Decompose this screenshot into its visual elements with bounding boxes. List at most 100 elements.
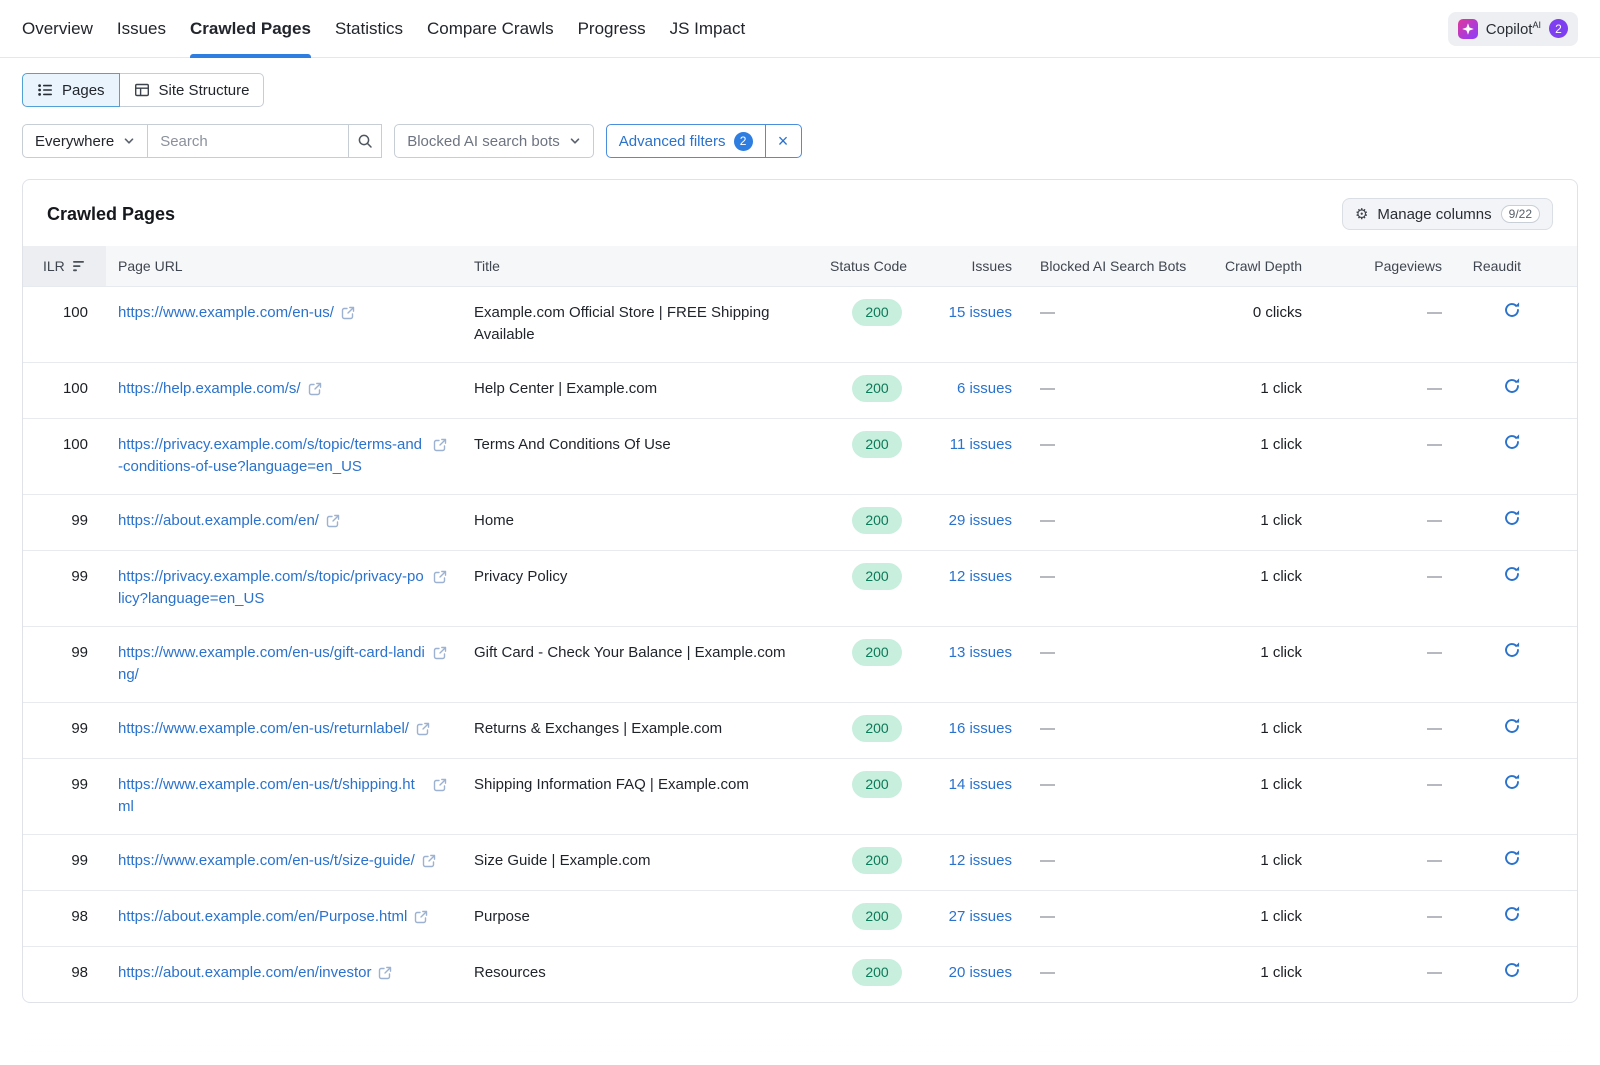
pageviews-value: — — [1312, 891, 1452, 947]
column-header-status-code[interactable]: Status Code — [822, 246, 932, 287]
blocked-ai-bots-value: — — [1022, 363, 1207, 419]
issues-link[interactable]: 27 issues — [949, 908, 1012, 925]
reaudit-button[interactable] — [1503, 433, 1521, 451]
column-header-blocked-ai-bots[interactable]: Blocked AI Search Bots — [1022, 246, 1207, 287]
column-header-ilr[interactable]: ILR — [23, 246, 106, 287]
pages-toggle-button[interactable]: Pages — [22, 73, 120, 107]
column-header-page-url[interactable]: Page URL — [106, 246, 462, 287]
tab-statistics[interactable]: Statistics — [335, 0, 403, 57]
tab-compare-crawls[interactable]: Compare Crawls — [427, 0, 554, 57]
external-link-icon[interactable] — [433, 570, 447, 584]
advanced-filters-count-badge: 2 — [734, 132, 753, 151]
reaudit-button[interactable] — [1503, 905, 1521, 923]
issues-link[interactable]: 12 issues — [949, 852, 1012, 869]
external-link-icon[interactable] — [422, 854, 436, 868]
page-url-link[interactable]: https://privacy.example.com/s/topic/priv… — [118, 566, 426, 610]
manage-columns-button[interactable]: ⚙ Manage columns 9/22 — [1342, 198, 1553, 230]
external-link-icon[interactable] — [414, 910, 428, 924]
blocked-ai-bots-value: — — [1022, 835, 1207, 891]
external-link-icon[interactable] — [308, 382, 322, 396]
external-link-icon[interactable] — [341, 306, 355, 320]
issues-link[interactable]: 11 issues — [950, 436, 1012, 453]
crawl-depth-value: 1 click — [1207, 891, 1312, 947]
reaudit-button[interactable] — [1503, 961, 1521, 979]
top-navigation: Overview Issues Crawled Pages Statistics… — [0, 0, 1600, 58]
external-link-icon[interactable] — [433, 646, 447, 660]
issues-link[interactable]: 29 issues — [949, 512, 1012, 529]
filter-bar: Everywhere Blocked AI search bots Advanc… — [22, 124, 1578, 158]
page-title: Size Guide | Example.com — [462, 835, 822, 891]
tab-issues[interactable]: Issues — [117, 0, 166, 57]
page-title: Gift Card - Check Your Balance | Example… — [462, 627, 822, 703]
blocked-ai-bots-value: — — [1022, 419, 1207, 495]
reaudit-button[interactable] — [1503, 377, 1521, 395]
external-link-icon[interactable] — [416, 722, 430, 736]
tab-js-impact[interactable]: JS Impact — [670, 0, 746, 57]
list-icon — [37, 82, 53, 98]
status-code-badge: 200 — [852, 847, 901, 874]
ilr-value: 99 — [23, 551, 106, 627]
issues-link[interactable]: 16 issues — [949, 720, 1012, 737]
search-button[interactable] — [348, 125, 381, 157]
card-title: Crawled Pages — [47, 204, 175, 225]
issues-link[interactable]: 6 issues — [957, 380, 1012, 397]
issues-link[interactable]: 20 issues — [949, 964, 1012, 981]
issues-link[interactable]: 15 issues — [949, 304, 1012, 321]
reaudit-button[interactable] — [1503, 773, 1521, 791]
blocked-ai-bots-value: — — [1022, 891, 1207, 947]
page-title: Terms And Conditions Of Use — [462, 419, 822, 495]
pageviews-value: — — [1312, 495, 1452, 551]
reaudit-button[interactable] — [1503, 301, 1521, 319]
tab-crawled-pages[interactable]: Crawled Pages — [190, 0, 311, 57]
page-url-link[interactable]: https://www.example.com/en-us/t/shipping… — [118, 774, 426, 818]
issues-link[interactable]: 13 issues — [949, 644, 1012, 661]
scope-dropdown[interactable]: Everywhere — [22, 124, 148, 158]
page-url-link[interactable]: https://privacy.example.com/s/topic/term… — [118, 434, 426, 478]
external-link-icon[interactable] — [326, 514, 340, 528]
search-input[interactable] — [148, 125, 348, 157]
external-link-icon[interactable] — [433, 778, 447, 792]
reaudit-button[interactable] — [1503, 717, 1521, 735]
reaudit-button[interactable] — [1503, 849, 1521, 867]
reaudit-button[interactable] — [1503, 565, 1521, 583]
reaudit-button[interactable] — [1503, 509, 1521, 527]
issues-link[interactable]: 14 issues — [949, 776, 1012, 793]
crawled-pages-card: Crawled Pages ⚙ Manage columns 9/22 ILR — [22, 179, 1578, 1003]
column-header-pageviews[interactable]: Pageviews — [1312, 246, 1452, 287]
issues-link[interactable]: 12 issues — [949, 568, 1012, 585]
page-title: Privacy Policy — [462, 551, 822, 627]
column-header-title[interactable]: Title — [462, 246, 822, 287]
reaudit-button[interactable] — [1503, 641, 1521, 659]
pageviews-value: — — [1312, 363, 1452, 419]
external-link-icon[interactable] — [433, 438, 447, 452]
copilot-button[interactable]: CopilotAI 2 — [1448, 12, 1578, 46]
page-url-link[interactable]: https://about.example.com/en/ — [118, 510, 319, 532]
page-url-link[interactable]: https://www.example.com/en-us/ — [118, 302, 334, 324]
column-header-issues[interactable]: Issues — [932, 246, 1022, 287]
blocked-ai-bots-dropdown[interactable]: Blocked AI search bots — [394, 124, 594, 158]
pageviews-value: — — [1312, 627, 1452, 703]
chevron-down-icon — [569, 135, 581, 147]
table-row: 100 https://www.example.com/en-us/ Examp… — [23, 287, 1578, 363]
search-icon — [357, 133, 373, 149]
table-row: 98 https://about.example.com/en/Purpose.… — [23, 891, 1578, 947]
page-url-link[interactable]: https://www.example.com/en-us/returnlabe… — [118, 718, 409, 740]
tab-overview[interactable]: Overview — [22, 0, 93, 57]
page-url-link[interactable]: https://about.example.com/en/investor — [118, 962, 371, 984]
advanced-filters-button[interactable]: Advanced filters 2 — [607, 125, 765, 157]
search-box — [147, 124, 382, 158]
page-url-link[interactable]: https://help.example.com/s/ — [118, 378, 301, 400]
site-structure-toggle-button[interactable]: Site Structure — [119, 73, 265, 107]
advanced-filters-clear-button[interactable]: × — [765, 125, 801, 157]
external-link-icon[interactable] — [378, 966, 392, 980]
page-url-link[interactable]: https://www.example.com/en-us/gift-card-… — [118, 642, 426, 686]
sort-descending-icon — [72, 260, 87, 273]
blocked-ai-bots-value: — — [1022, 947, 1207, 1003]
ilr-value: 99 — [23, 703, 106, 759]
column-header-crawl-depth[interactable]: Crawl Depth — [1207, 246, 1312, 287]
page-url-link[interactable]: https://www.example.com/en-us/t/size-gui… — [118, 850, 415, 872]
page-url-link[interactable]: https://about.example.com/en/Purpose.htm… — [118, 906, 407, 928]
column-header-reaudit[interactable]: Reaudit — [1452, 246, 1578, 287]
pages-toggle-label: Pages — [62, 82, 105, 99]
tab-progress[interactable]: Progress — [578, 0, 646, 57]
